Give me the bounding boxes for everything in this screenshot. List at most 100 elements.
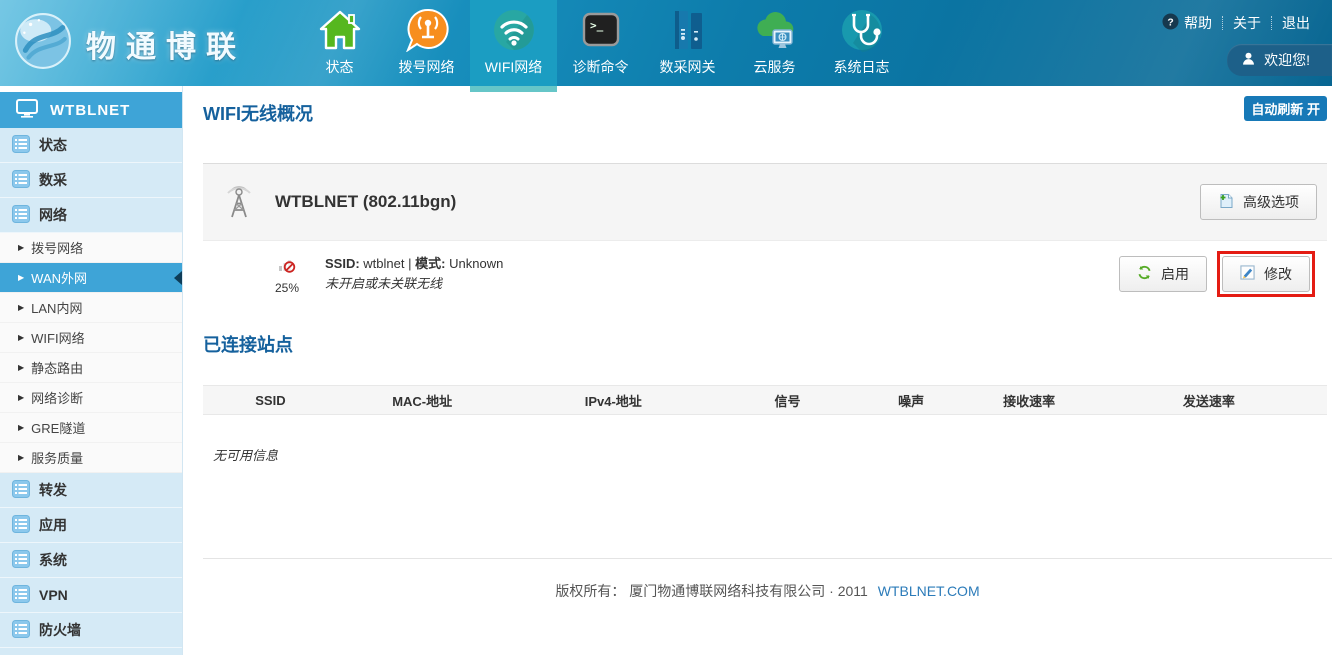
server-gateway-icon (665, 7, 711, 53)
nav-item-status[interactable]: 状态 (296, 0, 383, 86)
sidebar-item-label: 网络 (39, 205, 67, 225)
signal-indicator: 25% (269, 254, 305, 295)
main-content: WIFI无线概况 自动刷新 开 WTBLNET (802.11bgn) (183, 86, 1332, 655)
modify-button[interactable]: 修改 (1222, 256, 1310, 292)
wifi-info-text: SSID: wtblnet | 模式: Unknown 未开启或未关联无线 (325, 254, 503, 294)
sidebar-item-dialup-network[interactable]: ▶ 拨号网络 (0, 233, 182, 263)
sidebar-item-label: 转发 (39, 480, 67, 500)
list-icon (12, 480, 30, 501)
nav-item-gateway[interactable]: 数采网关 (644, 0, 731, 86)
sidebar-item-label: 状态 (39, 135, 67, 155)
auto-refresh-toggle[interactable]: 自动刷新 开 (1244, 96, 1327, 121)
caret-icon: ▶ (18, 333, 24, 342)
list-icon (12, 515, 30, 536)
wifi-action-buttons: 启用 修改 (1119, 251, 1315, 297)
monitor-icon (16, 99, 38, 122)
network-title: WTBLNET (802.11bgn) (275, 192, 456, 212)
sidebar-item-network[interactable]: 网络 (0, 198, 182, 233)
welcome-label: 欢迎您! (1264, 50, 1310, 70)
sidebar-item-vpn[interactable]: VPN (0, 578, 182, 613)
sidebar-item-label: WAN外网 (31, 268, 87, 287)
sidebar-item-static-routes[interactable]: ▶ 静态路由 (0, 353, 182, 383)
sidebar-item-forwarding[interactable]: 转发 (0, 473, 182, 508)
nav-item-dialup[interactable]: 拨号网络 (383, 0, 470, 86)
globe-logo-icon (14, 12, 72, 75)
column-ipv4: IPv4-地址 (506, 391, 720, 410)
logout-link[interactable]: 退出 (1272, 13, 1320, 33)
column-noise: 噪声 (855, 391, 967, 410)
column-signal: 信号 (720, 391, 855, 410)
sidebar-item-gre-tunnel[interactable]: ▶ GRE隧道 (0, 413, 182, 443)
nav-label: 数采网关 (660, 57, 716, 77)
brand-logo: 物通博联 (14, 12, 246, 75)
sidebar-item-label: 网络诊断 (31, 388, 83, 407)
connected-stations-title: 已连接站点 (203, 331, 1327, 353)
terminal-icon: >_ (578, 7, 624, 53)
caret-icon: ▶ (18, 243, 24, 252)
sidebar-item-system[interactable]: 系统 (0, 543, 182, 578)
sidebar-item-lan[interactable]: ▶ LAN内网 (0, 293, 182, 323)
caret-icon: ▶ (18, 303, 24, 312)
list-icon (12, 135, 30, 156)
antenna-icon (223, 181, 255, 224)
sidebar-device-header[interactable]: WTBLNET (0, 92, 182, 128)
about-link[interactable]: 关于 (1223, 13, 1271, 33)
caret-icon: ▶ (18, 453, 24, 462)
cloud-service-icon (752, 7, 798, 53)
nav-item-cloud[interactable]: 云服务 (731, 0, 818, 86)
welcome-badge[interactable]: 欢迎您! (1227, 44, 1332, 76)
enable-label: 启用 (1161, 264, 1189, 284)
caret-icon: ▶ (18, 273, 24, 282)
nav-item-syslog[interactable]: 系统日志 (818, 0, 905, 86)
sidebar-item-network-diagnostics[interactable]: ▶ 网络诊断 (0, 383, 182, 413)
help-label: 帮助 (1184, 13, 1212, 33)
page-title: WIFI无线概况 (203, 100, 1327, 122)
modify-label: 修改 (1264, 264, 1292, 284)
svg-text:>_: >_ (590, 19, 604, 32)
sidebar-item-data-acquisition[interactable]: 数采 (0, 163, 182, 198)
footer-link[interactable]: WTBLNET.COM (878, 583, 980, 599)
nav-item-wifi[interactable]: WIFI网络 (470, 0, 557, 86)
footer: 版权所有： 厦门物通博联网络科技有限公司 · 2011 WTBLNET.COM (203, 558, 1332, 601)
sidebar-item-status[interactable]: 状态 (0, 128, 182, 163)
list-icon (12, 620, 30, 641)
sidebar-item-wifi-network[interactable]: ▶ WIFI网络 (0, 323, 182, 353)
sidebar-item-firewall[interactable]: 防火墙 (0, 613, 182, 648)
advanced-options-button[interactable]: 高级选项 (1200, 184, 1317, 220)
app-header: 物通博联 状态 拨号网络 (0, 0, 1332, 86)
sidebar-filler (0, 648, 182, 655)
column-rx-rate: 接收速率 (967, 391, 1091, 410)
list-icon (12, 170, 30, 191)
enable-button[interactable]: 启用 (1119, 256, 1207, 292)
wifi-network-header: WTBLNET (802.11bgn) 高级选项 (203, 163, 1327, 240)
mode-label: 模式: (415, 256, 445, 271)
stethoscope-icon (839, 7, 885, 53)
wifi-status-row: 25% SSID: wtblnet | 模式: Unknown 未开启或未关联无… (203, 240, 1327, 307)
top-navigation: 状态 拨号网络 (296, 0, 905, 86)
signal-disabled-icon (277, 254, 297, 279)
sidebar-item-label: 系统 (39, 550, 67, 570)
sidebar-item-label: GRE隧道 (31, 418, 85, 437)
wifi-status-text: 未开启或未关联无线 (325, 274, 503, 294)
sidebar-item-label: 数采 (39, 170, 67, 190)
device-name: WTBLNET (50, 102, 130, 119)
sidebar-item-label: 防火墙 (39, 620, 81, 640)
help-link[interactable]: ? 帮助 (1152, 13, 1222, 33)
advanced-options-label: 高级选项 (1243, 192, 1299, 212)
stations-table-header: SSID MAC-地址 IPv4-地址 信号 噪声 接收速率 发送速率 (203, 385, 1327, 415)
sidebar-item-qos[interactable]: ▶ 服务质量 (0, 443, 182, 473)
empty-table-message: 无可用信息 (213, 445, 1327, 464)
nav-label: 拨号网络 (399, 57, 455, 77)
list-icon (12, 585, 30, 606)
sidebar-item-label: 应用 (39, 515, 67, 535)
nav-label: 云服务 (754, 57, 796, 77)
sidebar-item-applications[interactable]: 应用 (0, 508, 182, 543)
ssid-line: SSID: wtblnet | 模式: Unknown (325, 254, 503, 274)
nav-item-diagnostics[interactable]: >_ 诊断命令 (557, 0, 644, 86)
ssid-value: wtblnet (363, 256, 404, 271)
wifi-icon (491, 7, 537, 53)
sidebar-item-label: WIFI网络 (31, 328, 84, 347)
sidebar-item-label: LAN内网 (31, 298, 82, 317)
sidebar-item-wan[interactable]: ▶ WAN外网 (0, 263, 182, 293)
annotation-highlight-box: 修改 (1217, 251, 1315, 297)
